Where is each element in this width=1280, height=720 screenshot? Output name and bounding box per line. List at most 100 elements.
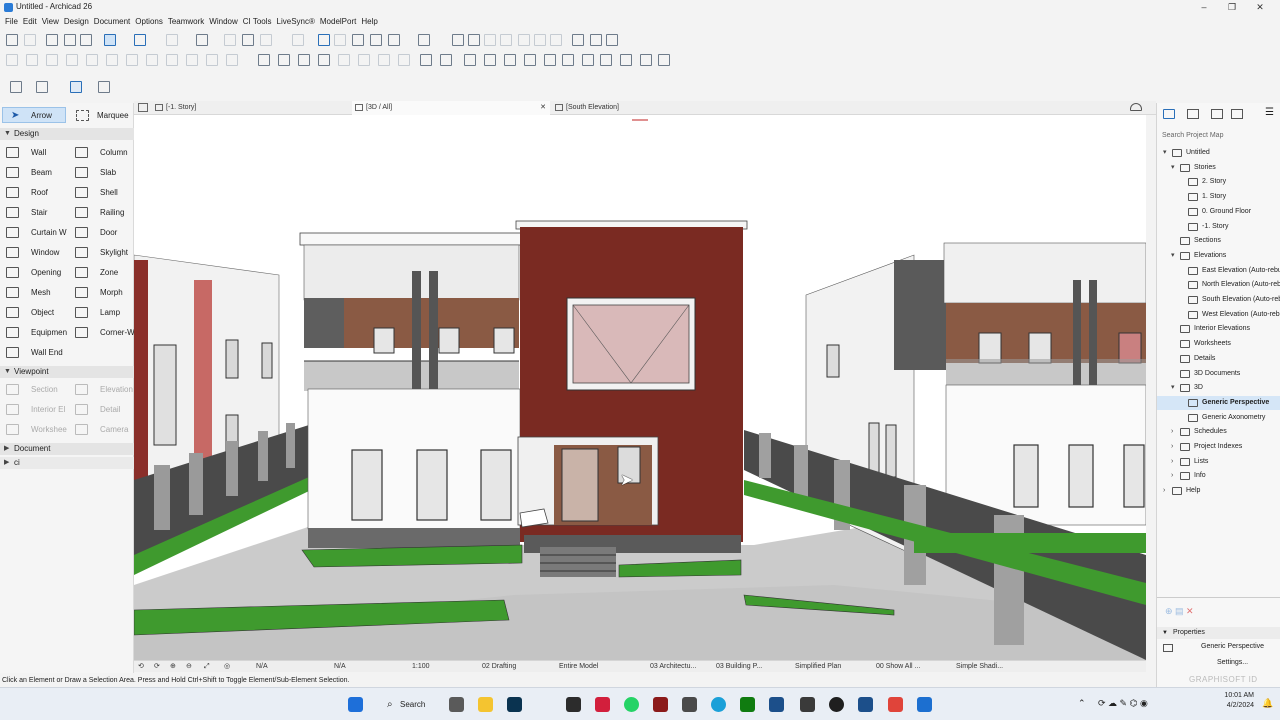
nav-item-3d-documents[interactable]: 3D Documents xyxy=(1157,367,1280,381)
selection-type-icon[interactable] xyxy=(36,81,48,93)
fit-in-window-icon[interactable]: ⤢ xyxy=(204,661,210,673)
minimize-button[interactable]: – xyxy=(1195,1,1213,14)
tool-workshee[interactable]: Workshee xyxy=(31,425,67,434)
file-explorer-icon[interactable] xyxy=(478,697,493,712)
tool-column[interactable]: Column xyxy=(100,148,128,157)
drag-icon[interactable] xyxy=(186,54,198,66)
archicad-icon-2[interactable] xyxy=(858,697,873,712)
expand-right-icon[interactable]: › xyxy=(1163,484,1165,498)
tool-elevation[interactable]: Elevation xyxy=(100,385,133,394)
quick-select-icon[interactable] xyxy=(70,81,82,93)
graphisoft-id-button[interactable]: GRAPHISOFT ID xyxy=(1189,675,1258,684)
tool-curtain-w[interactable]: Curtain W xyxy=(31,228,67,237)
eyedropper-icon[interactable] xyxy=(278,54,290,66)
expand-down-icon[interactable]: ▾ xyxy=(1163,146,1167,160)
tool-stair[interactable]: Stair xyxy=(31,208,47,217)
nav-item-project-indexes[interactable]: › Project Indexes xyxy=(1157,440,1280,454)
tool-door[interactable]: Door xyxy=(100,228,117,237)
ci-section-header[interactable]: ▶ ci xyxy=(0,457,134,469)
multiply-icon[interactable] xyxy=(226,54,238,66)
3d-viewport[interactable] xyxy=(134,115,1146,660)
publisher-sets-icon[interactable] xyxy=(1231,109,1243,119)
nav-item-south-elevation-auto-rebuild-model[interactable]: South Elevation (Auto-rebuild Model) xyxy=(1157,293,1280,307)
guide-line-icon[interactable] xyxy=(104,34,116,46)
task-view-icon[interactable] xyxy=(449,697,464,712)
inject-icon[interactable] xyxy=(80,34,92,46)
tool-wall-end[interactable]: Wall End xyxy=(31,348,63,357)
expand-right-icon[interactable]: › xyxy=(1171,469,1173,483)
mirror-icon[interactable] xyxy=(146,54,158,66)
menu-livesync[interactable]: LiveSync® xyxy=(272,15,315,28)
tab-south-elevation[interactable]: [South Elevation] xyxy=(553,101,753,115)
trace-icon[interactable] xyxy=(166,34,178,46)
ungroup-icon[interactable] xyxy=(66,54,78,66)
distribute-icon[interactable] xyxy=(26,54,38,66)
tool-skylight[interactable]: Skylight xyxy=(100,248,128,257)
taskbar-search[interactable]: ⌕ Search xyxy=(381,695,441,714)
section-box-icon[interactable] xyxy=(318,54,330,66)
notification-icon[interactable]: 🔔 xyxy=(1262,698,1273,709)
tool-lamp[interactable]: Lamp xyxy=(100,308,120,317)
shell-tool-icon[interactable] xyxy=(524,54,536,66)
design-section-header[interactable]: ▼ Design xyxy=(0,128,134,140)
menu-ci-tools[interactable]: CI Tools xyxy=(238,15,272,28)
wall-tool-icon[interactable] xyxy=(464,54,476,66)
undo-icon[interactable] xyxy=(6,34,18,46)
layers-icon[interactable] xyxy=(260,34,272,46)
scale-value[interactable]: 1:100 xyxy=(412,661,430,673)
drafting-app-icon[interactable] xyxy=(682,697,697,712)
nav-item-east-elevation-auto-rebuild-model[interactable]: East Elevation (Auto-rebuild Model) xyxy=(1157,264,1280,278)
bring-forward-icon[interactable] xyxy=(106,54,118,66)
renovation-filter[interactable]: Simplified Plan xyxy=(795,661,841,673)
menu-window[interactable]: Window xyxy=(204,15,237,28)
redo-view-icon[interactable]: ⟳ xyxy=(154,661,160,673)
tool-roof[interactable]: Roof xyxy=(31,188,48,197)
tool-mesh[interactable]: Mesh xyxy=(31,288,51,297)
nav-item-worksheets[interactable]: Worksheets xyxy=(1157,337,1280,351)
menu-options[interactable]: Options xyxy=(130,15,163,28)
dimension-icon[interactable] xyxy=(572,34,584,46)
offset-icon[interactable] xyxy=(534,34,546,46)
nav-item--1-story[interactable]: -1. Story xyxy=(1157,220,1280,234)
morph-tool-icon[interactable] xyxy=(658,54,670,66)
windows-start-icon[interactable] xyxy=(348,697,363,712)
layer-combination[interactable]: 02 Drafting xyxy=(482,661,516,673)
pointer-icon[interactable] xyxy=(98,81,110,93)
beam-tool-icon[interactable] xyxy=(582,54,594,66)
label-icon[interactable] xyxy=(606,34,618,46)
menu-help[interactable]: Help xyxy=(356,15,377,28)
redo-icon[interactable] xyxy=(24,34,36,46)
tab-list-icon[interactable] xyxy=(138,103,148,112)
find-select-icon[interactable] xyxy=(46,34,58,46)
project-map-search[interactable]: Search Project Map xyxy=(1159,130,1279,142)
rotate-icon[interactable] xyxy=(166,54,178,66)
tool-shell[interactable]: Shell xyxy=(100,188,118,197)
tool-section[interactable]: Section xyxy=(31,385,58,394)
settings-button[interactable]: Settings... xyxy=(1217,659,1248,666)
tool-camera[interactable]: Camera xyxy=(100,425,128,434)
split-icon[interactable] xyxy=(518,34,530,46)
magic-wand-icon[interactable] xyxy=(258,54,270,66)
arrow-left-icon[interactable] xyxy=(378,54,390,66)
nav-item-generic-axonometry[interactable]: Generic Axonometry xyxy=(1157,411,1280,425)
menu-view[interactable]: View xyxy=(37,15,59,28)
tool-zone[interactable]: Zone xyxy=(100,268,118,277)
photoshop-icon[interactable] xyxy=(507,697,522,712)
tool-opening[interactable]: Opening xyxy=(31,268,61,277)
trim-icon[interactable] xyxy=(452,34,464,46)
stair-tool-icon[interactable] xyxy=(620,54,632,66)
viewpoint-section-header[interactable]: ▼ Viewpoint xyxy=(0,366,134,378)
nav-item-info[interactable]: › Info xyxy=(1157,469,1280,483)
suspend-groups-icon[interactable] xyxy=(86,54,98,66)
tool-equipmen[interactable]: Equipmen xyxy=(31,328,67,337)
orbit-view-icon[interactable]: ◎ xyxy=(224,661,230,673)
editing-plane-icon[interactable] xyxy=(242,34,254,46)
nav-item-generic-perspective[interactable]: Generic Perspective xyxy=(1157,395,1280,410)
view-map-icon[interactable] xyxy=(1187,109,1199,119)
intersect-icon[interactable] xyxy=(468,34,480,46)
tool-slab[interactable]: Slab xyxy=(100,168,116,177)
pick-up-icon[interactable] xyxy=(64,34,76,46)
nav-item-details[interactable]: Details xyxy=(1157,352,1280,366)
expand-right-icon[interactable]: › xyxy=(1171,425,1173,439)
nav-item-stories[interactable]: ▾ Stories xyxy=(1157,161,1280,175)
